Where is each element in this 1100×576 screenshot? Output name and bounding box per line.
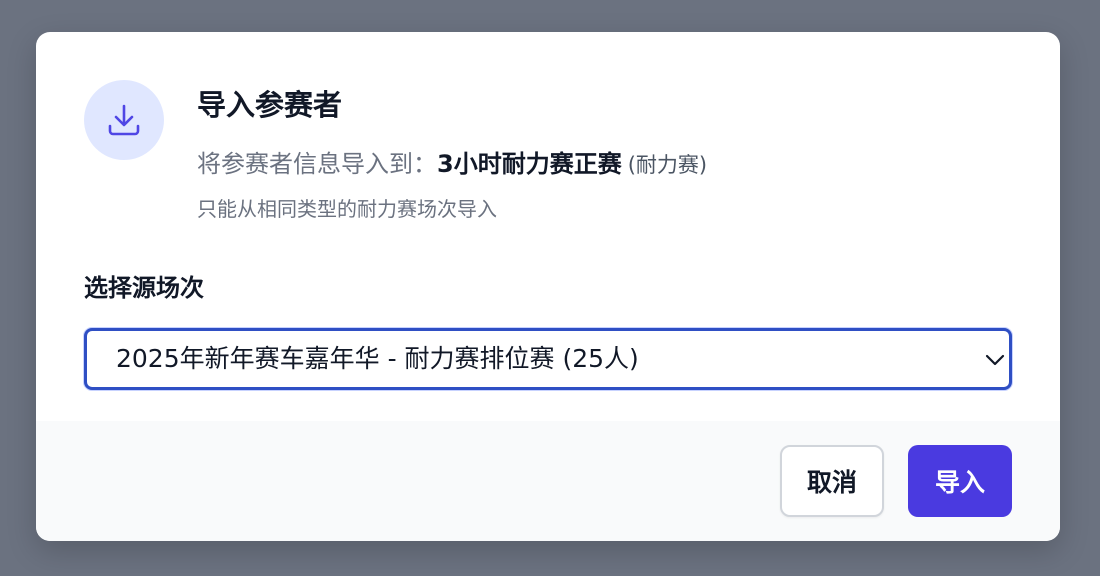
- cancel-button[interactable]: 取消: [780, 445, 884, 517]
- import-hint: 只能从相同类型的耐力赛场次导入: [197, 197, 497, 221]
- target-session-name: 3小时耐力赛正赛: [437, 150, 622, 178]
- source-session-select[interactable]: 2025年新年赛车嘉年华 - 耐力赛排位赛 (25人): [84, 328, 1012, 390]
- import-button[interactable]: 导入: [908, 445, 1012, 517]
- chevron-down-icon: [983, 347, 1007, 371]
- import-participants-dialog: 导入参赛者 将参赛者信息导入到：3小时耐力赛正赛 (耐力赛) 只能从相同类型的耐力…: [36, 32, 1060, 541]
- download-icon: [84, 80, 164, 160]
- import-target-line: 将参赛者信息导入到：3小时耐力赛正赛 (耐力赛): [197, 144, 707, 184]
- source-select-label: 选择源场次: [84, 274, 204, 302]
- dialog-footer: 取消 导入: [36, 421, 1060, 541]
- dialog-title: 导入参赛者: [197, 88, 343, 122]
- target-session-type: (耐力赛): [627, 153, 708, 177]
- target-prefix: 将参赛者信息导入到：: [197, 150, 437, 178]
- source-session-selected-value: 2025年新年赛车嘉年华 - 耐力赛排位赛 (25人): [116, 344, 639, 373]
